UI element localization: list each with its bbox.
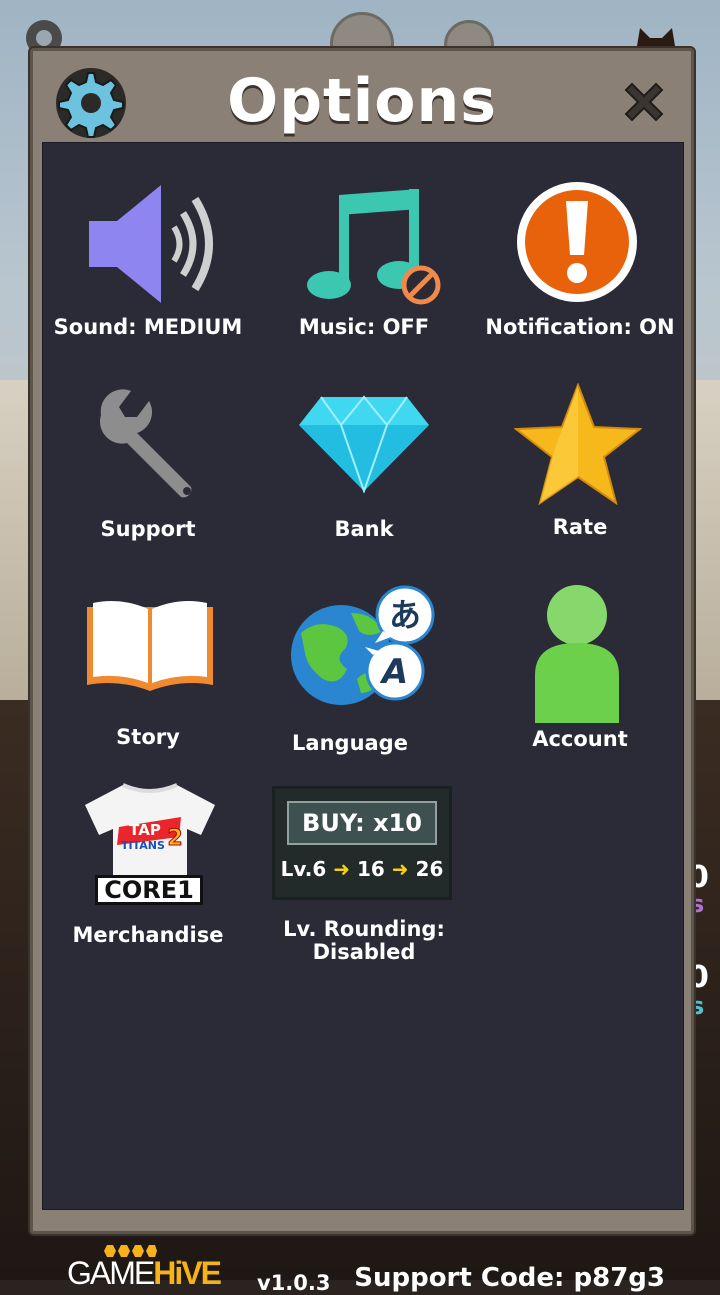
music-note-icon	[307, 189, 441, 305]
bank-button[interactable]: Bank	[267, 377, 461, 547]
merchandise-button[interactable]: TAP TITANS 2 CORE1 Merchandise	[51, 783, 245, 963]
account-button[interactable]: Account	[483, 583, 677, 753]
notification-label: Notification: ON	[485, 315, 675, 339]
arrow-right-icon: ➜	[391, 857, 409, 881]
level-end: 26	[415, 857, 444, 881]
music-button[interactable]: Music: OFF	[267, 173, 461, 343]
options-panel: Options Sound: MEDIUM Music: OFF Notific…	[28, 46, 696, 1295]
notification-button[interactable]: Notification: ON	[483, 173, 677, 343]
sound-button[interactable]: Sound: MEDIUM	[51, 173, 245, 343]
level-start: Lv.6	[280, 857, 327, 881]
tshirt-logo-number: 2	[167, 826, 182, 851]
logo-hive-text: HiVE	[153, 1255, 222, 1291]
user-icon	[535, 585, 619, 723]
rounding-label-line2: Disabled	[312, 940, 416, 964]
exclamation-icon	[517, 182, 637, 302]
gem-icon	[299, 395, 429, 493]
book-icon	[87, 601, 213, 691]
merchandise-label: Merchandise	[72, 923, 224, 947]
core-logo-text: CORE1	[104, 876, 194, 904]
account-label: Account	[532, 727, 628, 751]
globe-language-icon: あ A	[291, 585, 435, 705]
options-grid: Sound: MEDIUM Music: OFF Notification: O…	[42, 142, 684, 1295]
tshirt-logo-bottom: TITANS	[121, 839, 165, 852]
story-label: Story	[116, 725, 180, 749]
support-label: Support	[100, 517, 196, 541]
rate-label: Rate	[552, 515, 608, 539]
page-title: Options	[227, 66, 497, 136]
logo-game-text: GAME	[67, 1255, 155, 1291]
level-mid: 16	[356, 857, 385, 881]
tshirt-icon: TAP TITANS 2 CORE1	[85, 783, 215, 905]
language-button[interactable]: あ A Language	[267, 583, 461, 763]
rounding-label-line1: Lv. Rounding:	[283, 917, 445, 941]
tshirt-logo-top: TAP	[129, 821, 161, 839]
sound-label: Sound: MEDIUM	[53, 315, 243, 339]
wrench-icon	[99, 389, 192, 498]
star-icon	[514, 383, 642, 505]
buy-multiplier-widget[interactable]: BUY: x10 Lv.6 ➜ 16 ➜ 26	[272, 786, 452, 900]
level-progression: Lv.6 ➜ 16 ➜ 26	[275, 857, 449, 881]
arrow-right-icon: ➜	[333, 857, 351, 881]
hive-honeycomb-icon	[104, 1245, 157, 1257]
support-code-text: Support Code: p87g3	[354, 1263, 665, 1293]
rate-button[interactable]: Rate	[483, 377, 677, 547]
buy-label: BUY: x10	[287, 801, 437, 845]
support-button[interactable]: Support	[51, 377, 245, 547]
music-label: Music: OFF	[298, 315, 430, 339]
version-text: v1.0.3	[257, 1271, 331, 1295]
bank-label: Bank	[334, 517, 394, 541]
japanese-glyph: あ	[389, 596, 421, 634]
story-button[interactable]: Story	[51, 583, 245, 753]
latin-glyph: A	[379, 652, 408, 692]
language-label: Language	[292, 731, 408, 755]
speaker-icon	[89, 185, 213, 303]
close-icon[interactable]	[618, 76, 670, 128]
gamehive-logo: GAMEHiVE	[67, 1255, 222, 1292]
